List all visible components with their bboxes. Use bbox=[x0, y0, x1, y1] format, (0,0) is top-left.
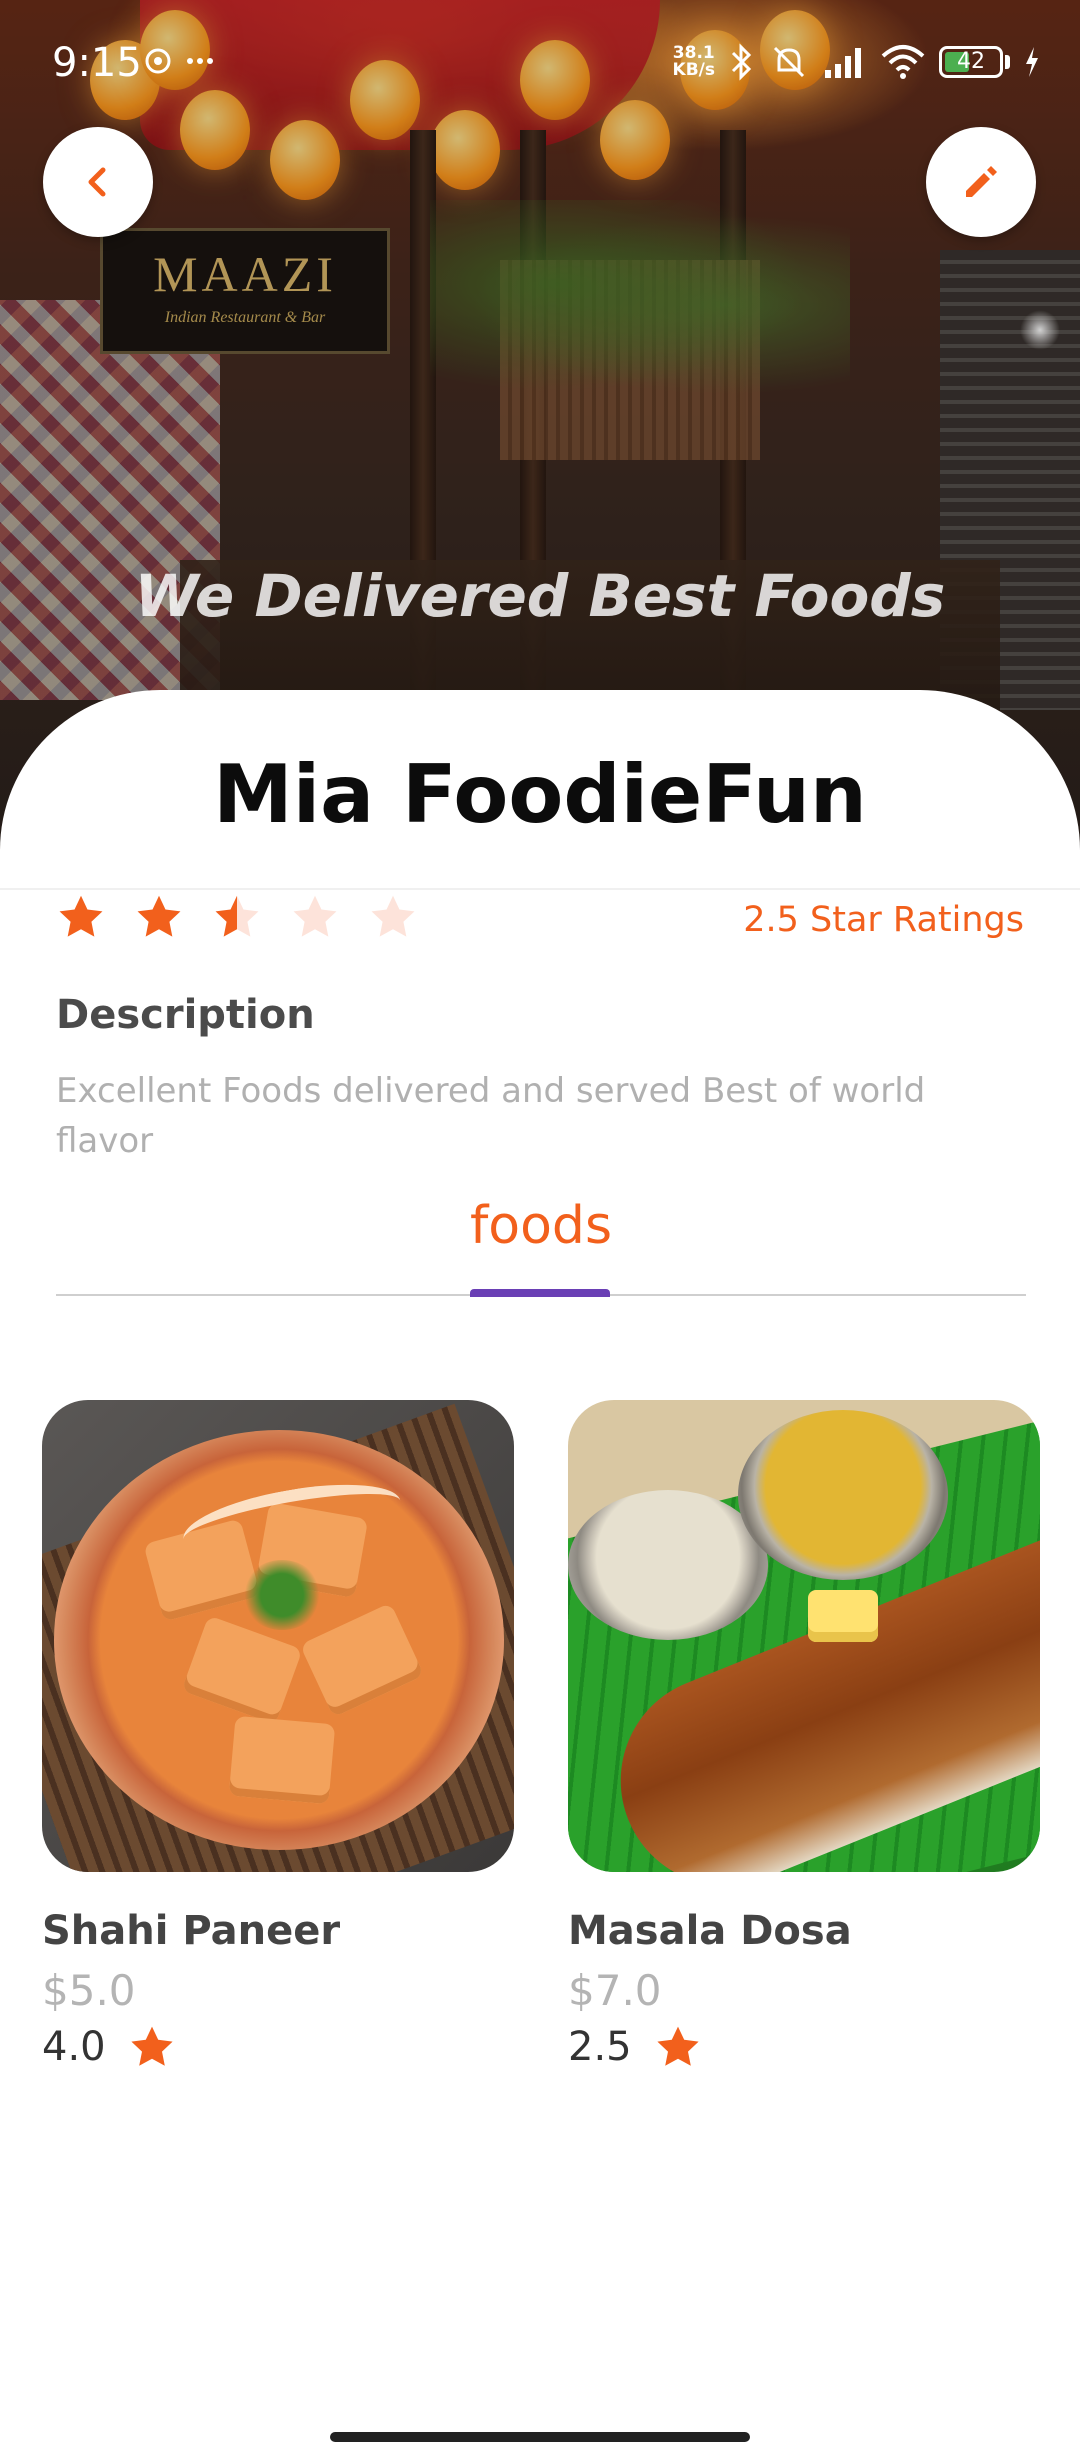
network-speed: 38.1 KB/s bbox=[673, 45, 715, 79]
sync-icon bbox=[145, 48, 213, 74]
description-text: Excellent Foods delivered and served Bes… bbox=[56, 1071, 926, 1161]
signal-icon bbox=[825, 48, 861, 78]
restaurant-name: Mia FoodieFun bbox=[213, 748, 867, 841]
star-empty-icon bbox=[293, 895, 337, 937]
network-speed-unit: KB/s bbox=[672, 60, 715, 80]
battery-icon: 42 bbox=[939, 46, 1003, 78]
divider bbox=[0, 888, 1080, 890]
star-filled-icon bbox=[137, 895, 181, 937]
star-filled-icon bbox=[59, 895, 103, 937]
shahi-paneer-photo bbox=[42, 1400, 514, 1872]
food-rating: 4.0 bbox=[42, 2023, 514, 2071]
food-rating-value: 2.5 bbox=[568, 2024, 632, 2070]
status-icons: 38.1 KB/s 42 bbox=[673, 40, 1040, 84]
notification-icons bbox=[144, 44, 224, 86]
star-empty-icon bbox=[371, 895, 415, 937]
star-icon bbox=[657, 2026, 699, 2066]
tab-indicator bbox=[470, 1289, 610, 1297]
hero-tagline: We Delivered Best Foods bbox=[134, 562, 946, 630]
status-bar: 9:15 38.1 KB/s 42 bbox=[0, 0, 1080, 110]
star-rating bbox=[56, 892, 418, 942]
food-price: $5.0 bbox=[42, 1966, 136, 2015]
chevron-left-icon bbox=[88, 167, 106, 197]
wifi-icon bbox=[881, 45, 925, 79]
food-rating-value: 4.0 bbox=[42, 2024, 106, 2070]
food-name: Masala Dosa bbox=[568, 1908, 852, 1954]
food-name: Shahi Paneer bbox=[42, 1908, 341, 1954]
bluetooth-icon bbox=[731, 43, 752, 81]
back-button[interactable] bbox=[43, 127, 153, 237]
silent-bell-icon bbox=[773, 46, 805, 78]
home-indicator[interactable] bbox=[330, 2432, 750, 2442]
charging-icon bbox=[1026, 47, 1038, 77]
tab-foods[interactable]: foods bbox=[470, 1196, 612, 1256]
food-card[interactable]: Masala Dosa $7.0 2.5 bbox=[568, 1400, 1040, 2071]
edit-button[interactable] bbox=[926, 127, 1036, 237]
food-price: $7.0 bbox=[568, 1966, 662, 2015]
star-icon bbox=[131, 2026, 173, 2066]
status-time: 9:15 bbox=[52, 40, 142, 86]
rating-label: 2.5 Star Ratings bbox=[743, 900, 1024, 940]
masala-dosa-photo bbox=[568, 1400, 1040, 1872]
food-card[interactable]: Shahi Paneer $5.0 4.0 bbox=[42, 1400, 514, 2071]
pencil-icon bbox=[966, 166, 997, 197]
description-heading: Description bbox=[56, 992, 315, 1038]
food-rating: 2.5 bbox=[568, 2023, 1040, 2071]
battery-level: 42 bbox=[957, 49, 985, 74]
star-half-icon bbox=[215, 895, 259, 937]
